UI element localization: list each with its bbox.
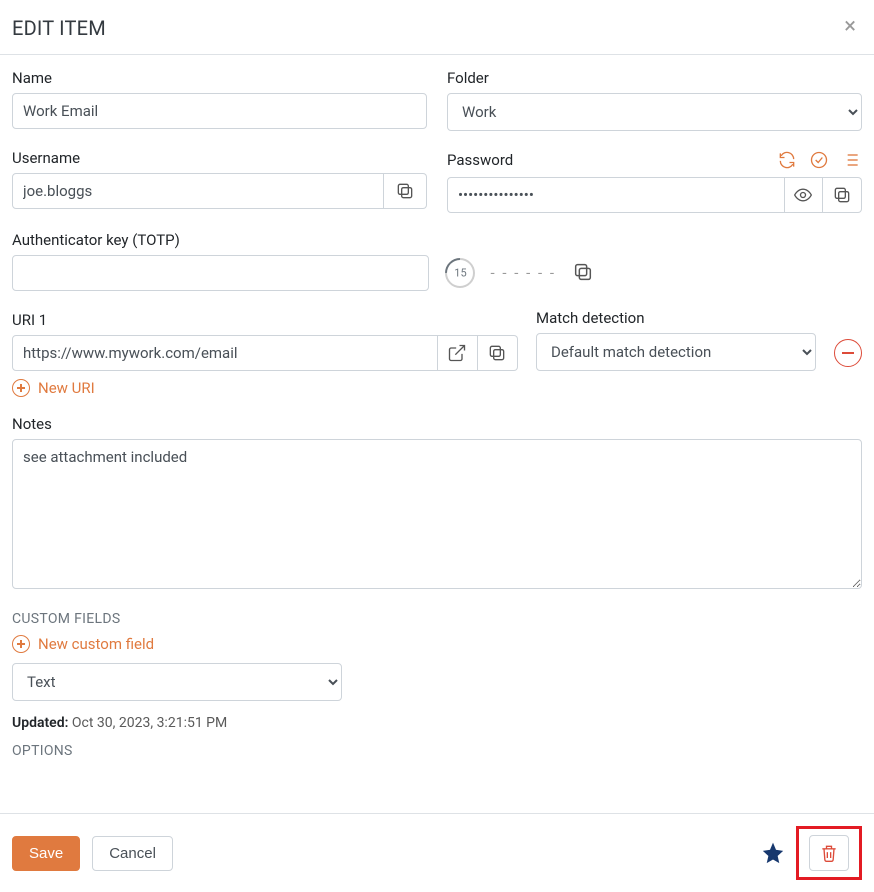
delete-button[interactable]	[809, 835, 849, 871]
copy-password-button[interactable]	[823, 177, 862, 213]
cancel-button[interactable]: Cancel	[92, 836, 173, 871]
username-label: Username	[12, 149, 427, 167]
modal-header: EDIT ITEM ×	[0, 0, 874, 54]
toggle-password-visibility-button[interactable]	[785, 177, 824, 213]
password-label: Password	[447, 151, 513, 169]
new-uri-label: New URI	[38, 379, 95, 397]
list-icon	[841, 150, 861, 170]
password-options-button[interactable]	[840, 149, 862, 171]
close-icon[interactable]: ×	[838, 16, 862, 38]
folder-select[interactable]: Work	[447, 93, 862, 131]
modal-footer: Save Cancel	[0, 813, 874, 892]
copy-totp-button[interactable]	[572, 261, 596, 285]
edit-item-modal: EDIT ITEM × Name Folder Work Username	[0, 0, 874, 892]
modal-body: Name Folder Work Username	[0, 54, 874, 813]
copy-icon	[395, 181, 415, 201]
options-heading: OPTIONS	[12, 743, 862, 759]
notes-label: Notes	[12, 415, 862, 433]
new-uri-button[interactable]: New URI	[12, 379, 862, 397]
updated-row: Updated: Oct 30, 2023, 3:21:51 PM	[12, 715, 862, 731]
notes-textarea[interactable]	[12, 439, 862, 589]
copy-icon	[572, 261, 594, 283]
copy-icon	[832, 185, 852, 205]
updated-value: Oct 30, 2023, 3:21:51 PM	[72, 715, 227, 731]
auth-key-label: Authenticator key (TOTP)	[12, 231, 862, 249]
uri1-input[interactable]	[12, 335, 438, 371]
match-detection-label: Match detection	[536, 309, 816, 327]
modal-title: EDIT ITEM	[12, 16, 106, 40]
delete-highlight	[796, 826, 862, 880]
check-password-button[interactable]	[808, 149, 830, 171]
totp-code: - - - - - -	[491, 264, 556, 282]
new-custom-field-button[interactable]: New custom field	[12, 635, 862, 653]
folder-label: Folder	[447, 69, 862, 87]
plus-circle-icon	[12, 635, 30, 653]
launch-uri-button[interactable]	[438, 335, 478, 371]
new-custom-field-label: New custom field	[38, 635, 154, 653]
generate-password-button[interactable]	[776, 149, 798, 171]
copy-uri-button[interactable]	[478, 335, 518, 371]
refresh-icon	[777, 150, 797, 170]
favorite-star-button[interactable]	[762, 842, 784, 864]
username-input[interactable]	[12, 173, 384, 209]
uri1-label: URI 1	[12, 311, 518, 329]
name-label: Name	[12, 69, 427, 87]
auth-key-input[interactable]	[12, 255, 429, 291]
trash-icon	[819, 842, 839, 864]
custom-fields-heading: CUSTOM FIELDS	[12, 611, 862, 627]
check-circle-icon	[809, 150, 829, 170]
password-input[interactable]	[447, 177, 785, 213]
copy-username-button[interactable]	[384, 173, 427, 209]
custom-field-type-select[interactable]: Text	[12, 663, 342, 701]
name-input[interactable]	[12, 93, 427, 129]
updated-label: Updated:	[12, 715, 68, 731]
eye-icon	[793, 185, 813, 205]
save-button[interactable]: Save	[12, 836, 80, 871]
plus-circle-icon	[12, 379, 30, 397]
external-link-icon	[447, 343, 467, 363]
match-detection-select[interactable]: Default match detection	[536, 333, 816, 371]
remove-uri-button[interactable]	[834, 339, 862, 367]
totp-timer: 15	[438, 252, 480, 294]
copy-icon	[487, 343, 507, 363]
